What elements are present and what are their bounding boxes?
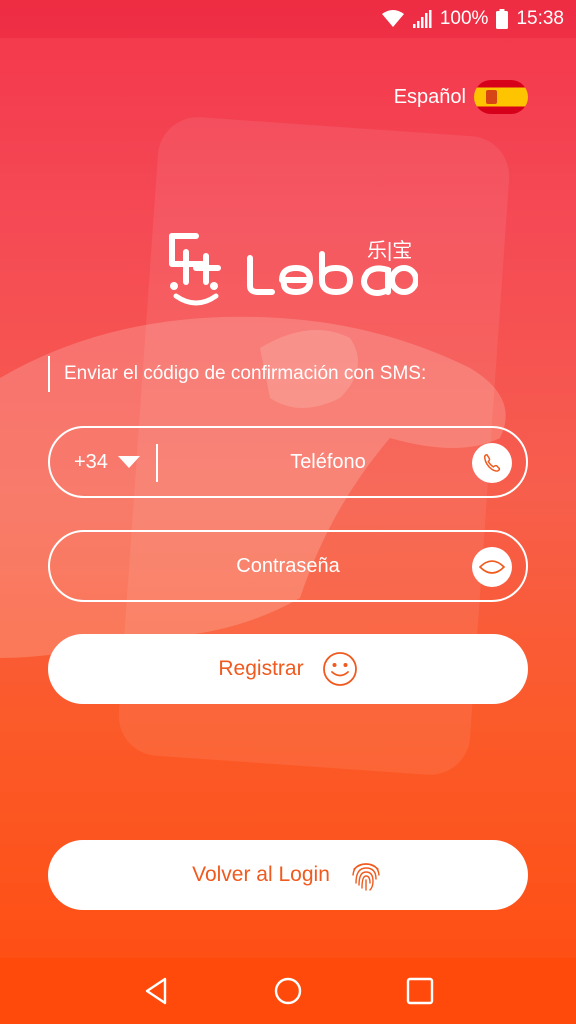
country-code-divider [156,444,158,482]
show-password-eye-icon[interactable] [472,547,512,587]
clock: 15:38 [516,8,564,29]
wifi-icon [381,10,404,27]
lebao-chinese-name: 乐|宝 [367,240,413,262]
back-to-login-label: Volver al Login [192,863,330,886]
recents-nav-icon[interactable] [400,971,440,1011]
battery-percent: 100% [439,8,489,29]
smiley-icon [322,652,357,686]
back-nav-icon[interactable] [136,971,176,1011]
language-selector[interactable]: Español [394,80,528,114]
status-bar: 100% 15:38 [0,0,576,38]
sms-hint: Enviar el código de confirmación con SMS… [48,356,426,392]
spain-flag-icon [474,80,528,114]
fingerprint-icon [352,863,380,891]
lebao-logo: 乐|宝 [162,228,419,310]
battery-icon [496,9,509,29]
phone-icon [472,443,512,483]
country-code: +34 [74,450,108,473]
register-button[interactable]: Registrar [48,634,528,704]
back-to-login-button[interactable]: Volver al Login [48,840,528,910]
phone-field[interactable]: +34 Teléfono [48,426,528,498]
chevron-down-icon [117,456,140,468]
password-input[interactable]: Contraseña [50,555,526,578]
phone-input[interactable]: Teléfono [160,451,496,474]
background-hand-phone-illustration [0,117,510,775]
system-nav-bar [0,958,576,1024]
password-field[interactable]: Contraseña [48,530,528,602]
register-label: Registrar [218,657,304,680]
home-nav-icon[interactable] [268,971,308,1011]
country-code-selector[interactable]: +34 [50,428,158,496]
signal-icon [412,10,432,28]
language-label: Español [393,85,466,108]
